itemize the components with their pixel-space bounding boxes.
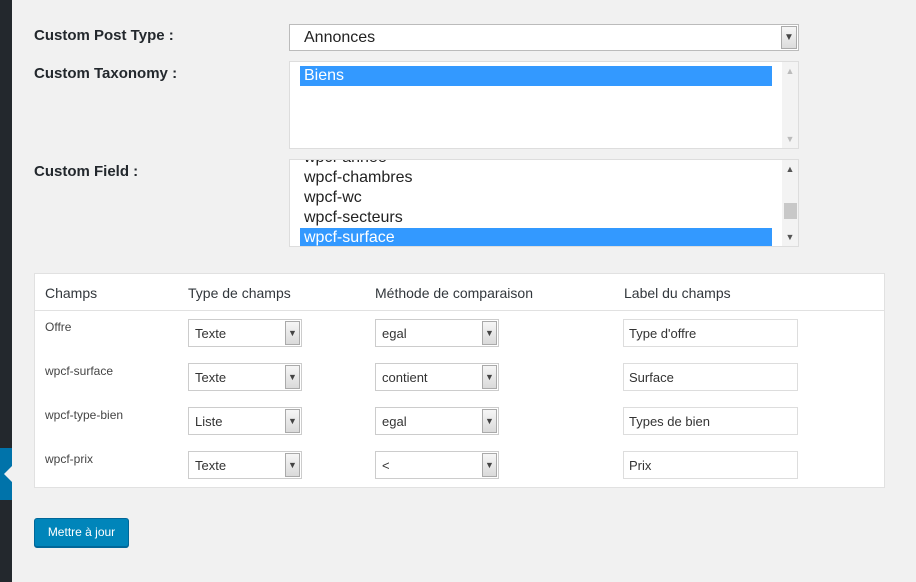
field-label-input[interactable] (623, 451, 798, 479)
chevron-down-icon[interactable]: ▼ (482, 321, 497, 345)
fields-table: Champs Type de champs Méthode de compara… (34, 273, 885, 488)
column-header: Label du champs (624, 285, 731, 301)
post-type-select[interactable]: Annonces ▼ (289, 24, 799, 51)
field-type-value: Texte (195, 370, 227, 385)
field-option[interactable]: wpcf-chambres (300, 168, 772, 188)
comparison-select[interactable]: egal ▼ (375, 407, 499, 435)
field-label-input[interactable] (623, 363, 798, 391)
comparison-select[interactable]: egal ▼ (375, 319, 499, 347)
chevron-down-icon[interactable]: ▼ (782, 230, 798, 244)
field-name: wpcf-prix (45, 452, 94, 466)
scrollbar-thumb[interactable] (784, 203, 797, 219)
chevron-down-icon[interactable]: ▼ (782, 132, 798, 146)
field-scrollbar[interactable]: ▲ ▼ (782, 160, 798, 246)
chevron-down-icon[interactable]: ▼ (781, 26, 797, 49)
field-option[interactable]: wpcf-annee (300, 160, 772, 168)
column-header: Champs (45, 285, 98, 301)
field-type-select[interactable]: Texte ▼ (188, 451, 302, 479)
field-type-value: Liste (195, 414, 223, 429)
field-type-select[interactable]: Texte ▼ (188, 319, 302, 347)
chevron-down-icon[interactable]: ▼ (285, 365, 300, 389)
settings-form: Custom Post Type : Annonces ▼ Custom Tax… (12, 0, 916, 582)
field-label: Custom Field : (34, 163, 139, 180)
field-name: Offre (45, 320, 72, 334)
comparison-select[interactable]: < ▼ (375, 451, 499, 479)
table-row: wpcf-prix Texte ▼ < ▼ (35, 444, 884, 488)
post-type-label: Custom Post Type : (34, 27, 174, 44)
taxonomy-option[interactable]: Biens (300, 66, 772, 86)
chevron-down-icon[interactable]: ▼ (285, 409, 300, 433)
comparison-select[interactable]: contient ▼ (375, 363, 499, 391)
column-header: Type de champs (188, 285, 291, 301)
field-label-input[interactable] (623, 319, 798, 347)
field-type-value: Texte (195, 458, 227, 473)
chevron-down-icon[interactable]: ▼ (482, 453, 497, 477)
table-row: wpcf-type-bien Liste ▼ egal ▼ (35, 400, 884, 444)
caret-left-icon (4, 466, 12, 482)
comparison-value: egal (382, 414, 407, 429)
taxonomy-listbox[interactable]: Biens ▲ ▼ (289, 61, 799, 149)
table-row: Offre Texte ▼ egal ▼ (35, 312, 884, 356)
chevron-down-icon[interactable]: ▼ (285, 453, 300, 477)
field-label-input[interactable] (623, 407, 798, 435)
field-option-selected[interactable]: wpcf-surface (300, 228, 772, 246)
chevron-up-icon[interactable]: ▲ (782, 64, 798, 78)
field-listbox[interactable]: wpcf-annee wpcf-chambres wpcf-wc wpcf-se… (289, 159, 799, 247)
field-option[interactable]: wpcf-wc (300, 188, 772, 208)
comparison-value: < (382, 458, 390, 473)
chevron-down-icon[interactable]: ▼ (482, 365, 497, 389)
field-option[interactable]: wpcf-secteurs (300, 208, 772, 228)
field-name: wpcf-surface (45, 364, 114, 378)
post-type-value: Annonces (304, 29, 376, 46)
table-row: wpcf-surface Texte ▼ contient ▼ (35, 356, 884, 400)
field-type-select[interactable]: Texte ▼ (188, 363, 302, 391)
taxonomy-scrollbar[interactable]: ▲ ▼ (782, 62, 798, 148)
active-menu-indicator[interactable] (0, 448, 12, 500)
admin-sidebar (0, 0, 12, 582)
taxonomy-label: Custom Taxonomy : (34, 65, 178, 82)
field-type-value: Texte (195, 326, 227, 341)
chevron-down-icon[interactable]: ▼ (285, 321, 300, 345)
field-type-select[interactable]: Liste ▼ (188, 407, 302, 435)
comparison-value: egal (382, 326, 407, 341)
table-header-row: Champs Type de champs Méthode de compara… (35, 274, 884, 311)
field-name: wpcf-type-bien (45, 408, 124, 422)
update-button[interactable]: Mettre à jour (34, 518, 129, 547)
comparison-value: contient (382, 370, 428, 385)
chevron-up-icon[interactable]: ▲ (782, 162, 798, 176)
chevron-down-icon[interactable]: ▼ (482, 409, 497, 433)
column-header: Méthode de comparaison (375, 285, 533, 301)
